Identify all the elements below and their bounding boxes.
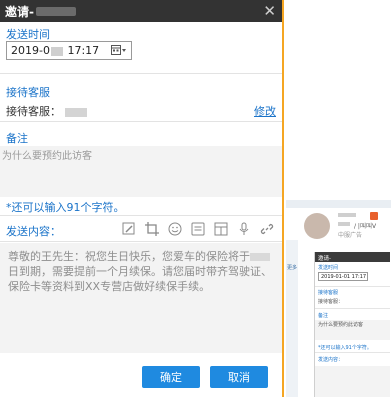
service-section-label: 接待客服 [6, 86, 50, 99]
sidebar-mark: 更多 [287, 265, 298, 271]
redacted-line [338, 213, 356, 217]
mini-message-area [315, 366, 390, 397]
mini-note-area: 为什么要预约此访客 [315, 320, 390, 340]
divider [0, 121, 282, 122]
close-icon[interactable]: ✕ [263, 2, 276, 20]
divider [315, 352, 390, 353]
redacted-line [338, 222, 350, 226]
note-textarea[interactable]: 为什么要预约此访客 [0, 146, 282, 197]
divider [0, 73, 282, 74]
message-textarea[interactable]: 尊敬的王先生：祝您生日快乐，您爱车的保险将于日到期，需要提前一个月续保。请您届时… [0, 243, 282, 353]
mini-char-limit: *还可以输入91个字符。 [318, 345, 372, 351]
mini-service-row: 接待客服： [318, 299, 344, 305]
sub-text: 中服广告 [338, 232, 363, 239]
message-text-2: 日到期，需要提前一个月续保。请您届时带齐驾驶证、保险卡等资料到XX专营店做好续保… [8, 265, 272, 293]
service-row-label: 接待客服： [6, 105, 61, 118]
cancel-button[interactable]: 取消 [210, 366, 268, 388]
modify-link[interactable]: 修改 [254, 103, 276, 119]
content-label: 发送内容： [6, 225, 61, 238]
emoji-icon[interactable] [166, 220, 184, 238]
message-text-1: 尊敬的王先生：祝您生日快乐，您爱车的保险将于 [8, 250, 250, 263]
table-icon[interactable] [212, 220, 230, 238]
mini-dialog-preview: 邀请- 发送时间 2019-01-01 17:17 接待客服 接待客服： 备注 … [314, 252, 390, 397]
calendar-icon[interactable] [111, 44, 127, 59]
mini-send-time-label: 发送时间 [318, 265, 339, 271]
redacted-name [35, 6, 76, 16]
crop-icon[interactable] [143, 220, 161, 238]
level-badge [370, 212, 378, 220]
mini-note-label: 备注 [318, 313, 329, 319]
divider [315, 308, 390, 309]
editor-toolbar [120, 220, 276, 238]
date-prefix: 2019-0 [11, 44, 50, 57]
background-strip [286, 200, 391, 208]
send-time-label: 发送时间 [6, 28, 50, 41]
mini-title: 邀请- [315, 252, 390, 262]
background-page: / |叫叫V 中服广告 更多 邀请- 发送时间 2019-01-01 17:17… [286, 0, 391, 397]
mini-note-placeholder: 为什么要预约此访客 [318, 322, 364, 328]
note-placeholder: 为什么要预约此访客 [2, 151, 92, 162]
redacted-date [50, 46, 63, 56]
divider [315, 286, 390, 287]
avatar [304, 213, 330, 239]
note-label: 备注 [6, 132, 28, 145]
redacted-service-name [64, 107, 87, 117]
background-blank-area [286, 0, 391, 200]
voice-icon[interactable] [235, 220, 253, 238]
date-suffix: 17:17 [63, 44, 100, 57]
confirm-button[interactable]: 确定 [142, 366, 200, 388]
edit-icon[interactable] [120, 220, 138, 238]
service-row: 接待客服： 修改 [6, 103, 278, 119]
mini-content-label: 发送内容： [318, 357, 344, 363]
background-sidebar: 更多 [286, 240, 298, 397]
date-time-picker[interactable]: 2019-0 17:17 [6, 41, 132, 60]
link-icon[interactable] [258, 220, 276, 238]
mini-service-label: 接待客服 [318, 290, 339, 296]
invite-dialog: 邀请- ✕ 发送时间 2019-0 17:17 接待客服 接待客服： 修改 备注… [0, 0, 284, 397]
template-icon[interactable] [189, 220, 207, 238]
content-toolbar-row: 发送内容： [0, 215, 282, 242]
mini-date: 2019-01-01 17:17 [318, 272, 368, 281]
redacted-date [250, 253, 270, 261]
dialog-title-bar: 邀请- [0, 0, 282, 22]
char-limit-text: *还可以输入91个字符。 [6, 201, 125, 214]
dialog-title: 邀请- [5, 4, 34, 19]
breadcrumb-text: / |叫叫V [354, 223, 377, 230]
